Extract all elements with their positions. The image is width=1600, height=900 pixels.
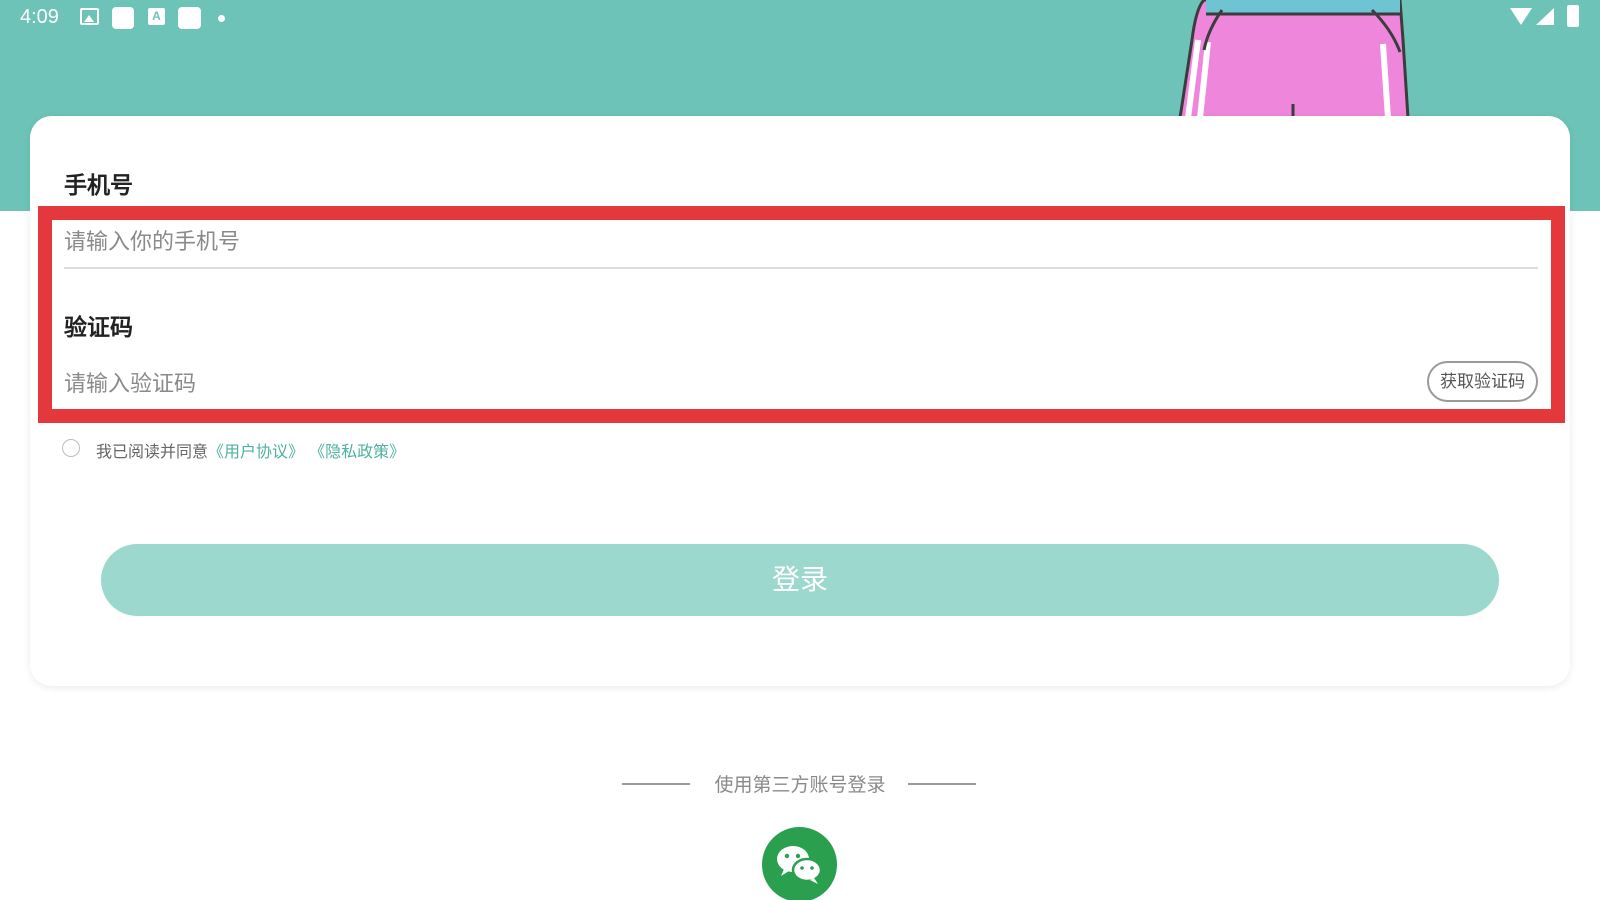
- get-code-button[interactable]: 获取验证码: [1427, 361, 1538, 402]
- agree-radio[interactable]: [62, 439, 80, 457]
- wechat-icon: [777, 846, 823, 884]
- status-time: 4:09: [20, 6, 59, 28]
- privacy-policy-link[interactable]: 《隐私政策》: [309, 442, 405, 461]
- agreement-text: 我已阅读并同意《用户协议》 《隐私政策》: [96, 438, 405, 462]
- user-agreement-link[interactable]: 《用户协议》: [208, 442, 304, 461]
- notification-square-icon: [178, 7, 201, 29]
- phone-label: 手机号: [64, 173, 133, 199]
- dot-icon: [218, 15, 225, 22]
- login-button[interactable]: 登录: [101, 544, 1499, 616]
- a-box-icon: A: [148, 8, 165, 25]
- login-screen: 4:09 A 手机号 验证码 获取验证码 我已阅读并同意《用户协议》 《隐私政策…: [0, 0, 1600, 900]
- divider-right: [908, 783, 976, 785]
- notification-square-icon: [112, 7, 134, 29]
- third-party-label: 使用第三方账号登录: [714, 774, 886, 796]
- phone-input[interactable]: [64, 222, 1534, 262]
- phone-underline: [64, 267, 1538, 269]
- signal-icon: [1536, 8, 1554, 25]
- agreement-prefix: 我已阅读并同意: [96, 442, 209, 461]
- mascot-illustration: [1178, 0, 1410, 118]
- wechat-login-button[interactable]: [762, 827, 837, 900]
- wifi-icon: [1510, 8, 1532, 25]
- image-icon: [80, 8, 99, 25]
- code-input[interactable]: [64, 364, 1364, 404]
- code-label: 验证码: [64, 315, 133, 341]
- divider-left: [622, 783, 690, 785]
- battery-icon: [1567, 5, 1579, 27]
